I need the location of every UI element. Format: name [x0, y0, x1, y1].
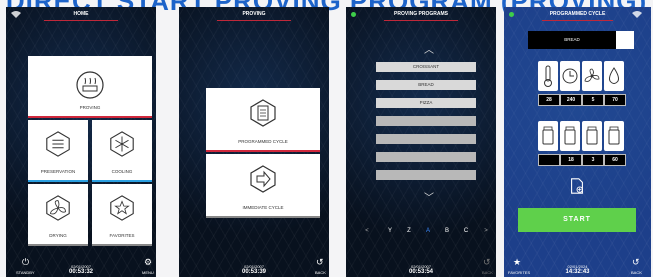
program-item-empty[interactable]: [376, 152, 476, 162]
preservation-tile[interactable]: PRESERVATION: [28, 120, 88, 182]
phase-value: [538, 154, 560, 166]
time-value: 240: [560, 94, 582, 106]
phase-value: 60: [604, 154, 626, 166]
alpha-letter-active[interactable]: A: [421, 228, 435, 234]
program-name-field[interactable]: BREAD: [528, 31, 616, 49]
header-underline: [384, 20, 458, 21]
alpha-letter[interactable]: B: [440, 228, 454, 234]
header-underline: [542, 20, 613, 21]
header-underline: [44, 20, 118, 21]
fan-speed-tile[interactable]: [582, 61, 602, 91]
program-item-empty[interactable]: [376, 134, 476, 144]
thermometer-tile[interactable]: [538, 61, 558, 91]
humidity-tile[interactable]: [604, 61, 624, 91]
program-item-empty[interactable]: [376, 116, 476, 126]
screen-header: PROGRAMMED CYCLE: [549, 11, 606, 17]
clock: 02/01/2007 00:53:32: [6, 264, 156, 275]
jar-icon: [564, 126, 576, 145]
favorites-tile[interactable]: FAVORITES: [92, 184, 152, 246]
alpha-letter[interactable]: Y: [383, 228, 397, 234]
timer-tile[interactable]: [560, 61, 580, 91]
phase-value: 3: [582, 154, 604, 166]
alpha-letter[interactable]: Z: [402, 228, 416, 234]
screen-header: HOME: [73, 11, 89, 17]
arrow-right-icon: [250, 165, 276, 193]
favorites-label: FAVORITES: [109, 233, 135, 238]
list-icon: [250, 99, 276, 127]
screen-header: PROVING: [242, 11, 266, 17]
phase-tile[interactable]: [604, 121, 624, 151]
back-icon[interactable]: ↺: [632, 257, 640, 268]
chevron-up-icon[interactable]: ︿: [424, 41, 434, 56]
program-item-croissant[interactable]: CROISSANT: [376, 62, 476, 72]
header-underline: [217, 20, 291, 21]
program-item-empty[interactable]: [376, 170, 476, 180]
proving-tile[interactable]: PROVING: [28, 56, 152, 118]
cooling-tile[interactable]: COOLING: [92, 120, 152, 182]
drying-label: DRYING: [49, 233, 67, 238]
alpha-prev[interactable]: <: [360, 228, 374, 234]
fan-icon: [46, 195, 70, 221]
immediate-cycle-label: IMMEDIATE CYCLE: [242, 205, 284, 210]
programmed-cycle-label: PROGRAMMED CYCLE: [238, 139, 288, 144]
proving-screen: PROVING PROGRAMMED CYCLE IMMEDIATE CYCLE…: [179, 7, 329, 277]
clock: 02/01/2024 14:32:43: [504, 264, 651, 275]
proving-programs-screen: PROVING PROGRAMS ︿ CROISSANT BREAD PIZZA…: [346, 7, 496, 277]
screen-header: PROVING PROGRAMS: [394, 11, 448, 17]
cooling-label: COOLING: [111, 169, 133, 174]
program-name-swatch[interactable]: [616, 31, 634, 49]
clock: 02/01/2007 00:53:39: [179, 264, 329, 275]
clock-time: 00:53:39: [241, 269, 267, 275]
phase-tile[interactable]: [582, 121, 602, 151]
clock-time: 00:53:54: [408, 269, 434, 275]
start-button[interactable]: START: [518, 208, 636, 232]
program-item-bread[interactable]: BREAD: [376, 80, 476, 90]
snowflake-icon: [110, 131, 134, 157]
fan-icon: [584, 68, 600, 82]
proving-icon: [76, 71, 104, 99]
clock-time: 00:53:32: [68, 269, 94, 275]
back-icon[interactable]: ↺: [316, 257, 324, 268]
drying-tile[interactable]: DRYING: [28, 184, 88, 246]
droplet-icon: [609, 67, 619, 84]
back-label[interactable]: BACK: [315, 270, 326, 275]
back-icon[interactable]: ↺: [483, 257, 491, 268]
preservation-label: PRESERVATION: [40, 169, 76, 174]
chevron-down-icon[interactable]: ﹀: [424, 189, 434, 204]
alpha-letter[interactable]: C: [459, 228, 473, 234]
immediate-cycle-tile[interactable]: IMMEDIATE CYCLE: [206, 154, 320, 218]
temperature-value: 28: [538, 94, 560, 106]
menu-label[interactable]: MENU: [142, 270, 154, 275]
preservation-icon: [46, 131, 70, 157]
phase-tile[interactable]: [538, 121, 558, 151]
gear-icon[interactable]: ⚙: [144, 257, 152, 268]
add-document-icon[interactable]: [568, 177, 586, 195]
jar-icon: [542, 126, 554, 145]
alpha-next[interactable]: >: [479, 228, 493, 234]
phase-value: 18: [560, 154, 582, 166]
jar-icon: [608, 126, 620, 145]
clock: 02/01/2007 00:53:54: [346, 264, 496, 275]
star-icon: [110, 195, 134, 221]
humidity-value: 70: [604, 94, 626, 106]
back-label[interactable]: BACK: [482, 270, 493, 275]
program-item-pizza[interactable]: PIZZA: [376, 98, 476, 108]
fan-value: 5: [582, 94, 604, 106]
programmed-cycle-tile[interactable]: PROGRAMMED CYCLE: [206, 88, 320, 152]
phase-tile[interactable]: [560, 121, 580, 151]
thermometer-icon: [544, 65, 552, 87]
home-screen: HOME PROVING PRESERVATION COOLING DRYING: [6, 7, 156, 277]
proving-label: PROVING: [79, 105, 101, 110]
clock-time: 14:32:43: [565, 269, 590, 275]
back-label[interactable]: BACK: [631, 270, 642, 275]
jar-icon: [586, 126, 598, 145]
clock-icon: [562, 68, 578, 84]
programmed-cycle-screen: PROGRAMMED CYCLE BREAD 28 240 5 70 18 3 …: [504, 7, 651, 277]
